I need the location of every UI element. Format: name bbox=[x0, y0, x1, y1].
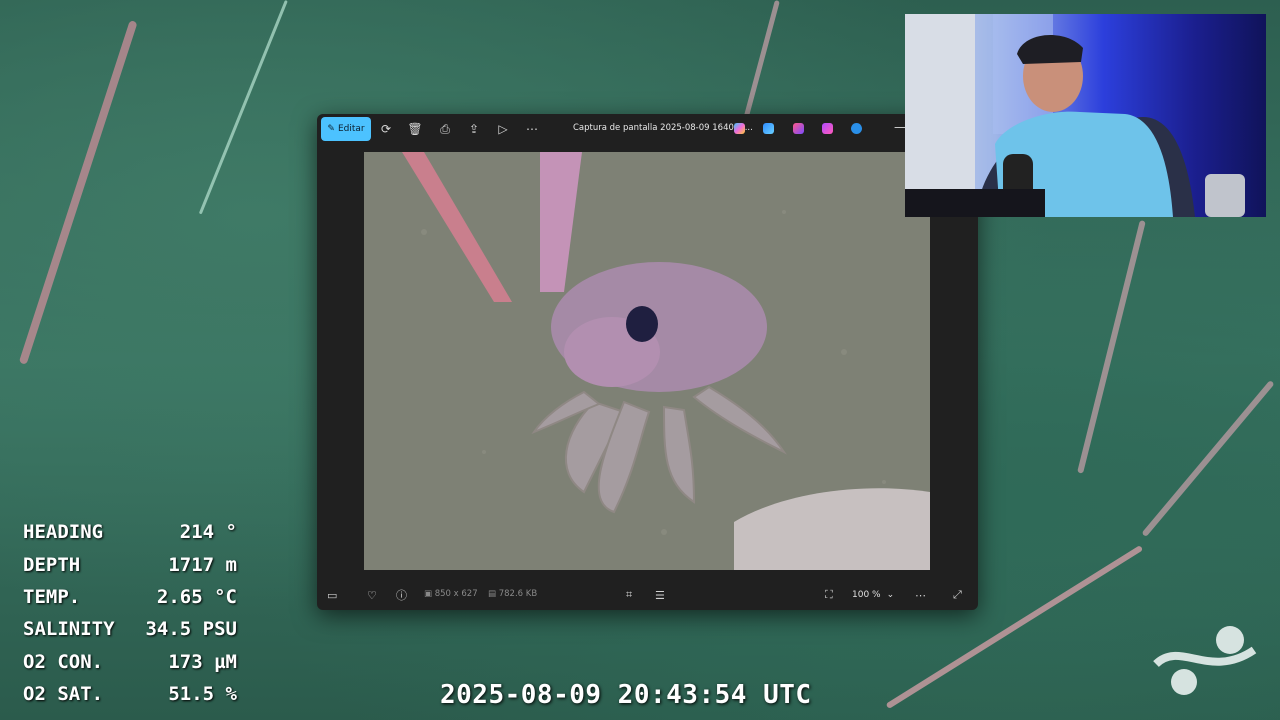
fit-to-window-icon[interactable]: ⛶ bbox=[825, 587, 833, 603]
coral-stalk bbox=[1077, 220, 1146, 474]
streamer-webcam bbox=[905, 14, 1266, 217]
edit-button-label: Editar bbox=[337, 124, 365, 134]
more-options-icon[interactable]: ⋯ bbox=[915, 587, 926, 603]
slideshow-icon[interactable]: ▷ bbox=[494, 120, 512, 138]
video-timestamp: 2025-08-09 20:43:54 UTC bbox=[440, 680, 812, 710]
telemetry-label: SALINITY bbox=[23, 618, 115, 641]
telemetry-row: HEADING 214 ° bbox=[23, 516, 237, 548]
coral-stalk bbox=[18, 20, 138, 365]
octopus-photo-illustration bbox=[364, 152, 930, 570]
filmstrip-icon[interactable]: ▭ bbox=[327, 587, 337, 603]
info-icon[interactable]: ⓘ bbox=[396, 587, 407, 603]
delete-icon[interactable]: 🗑 bbox=[406, 120, 424, 138]
visual-search-icon[interactable]: ⌗ bbox=[626, 587, 632, 603]
more-icon[interactable]: ⋯ bbox=[523, 120, 541, 138]
window-title: Captura de pantalla 2025-08-09 164055... bbox=[573, 123, 753, 133]
zoom-value: 100 % bbox=[852, 590, 881, 600]
image-dimensions: ▣ 850 x 627 bbox=[424, 589, 478, 599]
onedrive-icon[interactable] bbox=[851, 123, 862, 134]
telemetry-value: 214 ° bbox=[179, 521, 237, 544]
telemetry-label: O2 CON. bbox=[23, 650, 104, 673]
telemetry-value: 51.5 % bbox=[168, 683, 237, 706]
photos-app-window: ✎ Editar ⟳ 🗑 ⎙ ⇪ ▷ ⋯ Captura de pantalla… bbox=[317, 114, 978, 610]
telemetry-panel: HEADING 214 ° DEPTH 1717 m TEMP. 2.65 °C SA… bbox=[23, 516, 237, 710]
photos-toolbar: ✎ Editar ⟳ 🗑 ⎙ ⇪ ▷ ⋯ Captura de pantalla… bbox=[317, 114, 978, 144]
photos-bottombar: ▭ ♡ ⓘ ▣ 850 x 627 ▤ 782.6 KB ⌗ ☰ ⛶ 100 %… bbox=[317, 581, 978, 609]
fullscreen-icon[interactable]: ⤢ bbox=[953, 587, 962, 603]
telemetry-value: 1717 m bbox=[168, 553, 237, 576]
image-dimensions-value: 850 x 627 bbox=[434, 589, 478, 599]
coral-stalk bbox=[743, 0, 780, 118]
telemetry-label: HEADING bbox=[23, 521, 104, 544]
telemetry-value: 2.65 °C bbox=[156, 585, 237, 608]
broadcaster-logo-icon bbox=[1153, 626, 1257, 695]
share-icon[interactable]: ⇪ bbox=[465, 120, 483, 138]
streamer-webcam-illustration bbox=[905, 14, 1245, 217]
clipchamp-icon[interactable] bbox=[793, 123, 804, 134]
zoom-dropdown[interactable]: 100 % ⌄ bbox=[844, 586, 912, 604]
octopus-photo bbox=[364, 152, 930, 570]
telemetry-row: SALINITY 34.5 PSU bbox=[23, 613, 237, 645]
coral-stalk bbox=[1141, 380, 1275, 538]
telemetry-value: 34.5 PSU bbox=[145, 618, 237, 641]
text-extract-icon[interactable]: ☰ bbox=[655, 587, 665, 603]
telemetry-row: TEMP. 2.65 °C bbox=[23, 581, 237, 613]
file-size: ▤ 782.6 KB bbox=[488, 589, 538, 599]
designer-icon[interactable] bbox=[763, 123, 774, 134]
favorite-icon[interactable]: ♡ bbox=[367, 587, 377, 603]
telemetry-label: O2 SAT. bbox=[23, 683, 104, 706]
telemetry-row: DEPTH 1717 m bbox=[23, 548, 237, 580]
telemetry-label: DEPTH bbox=[23, 553, 81, 576]
coral-stalk bbox=[198, 0, 288, 215]
print-icon[interactable]: ⎙ bbox=[436, 120, 454, 138]
telemetry-value: 173 µM bbox=[168, 650, 237, 673]
rotate-icon[interactable]: ⟳ bbox=[377, 120, 395, 138]
copilot-icon[interactable] bbox=[734, 123, 745, 134]
create-icon[interactable] bbox=[822, 123, 833, 134]
chevron-down-icon: ⌄ bbox=[886, 590, 895, 600]
telemetry-row: O2 CON. 173 µM bbox=[23, 646, 237, 678]
edit-button[interactable]: ✎ Editar bbox=[321, 117, 371, 141]
pencil-icon: ✎ bbox=[327, 124, 335, 134]
file-size-value: 782.6 KB bbox=[498, 589, 538, 599]
telemetry-row: O2 SAT. 51.5 % bbox=[23, 678, 237, 710]
telemetry-label: TEMP. bbox=[23, 585, 81, 608]
